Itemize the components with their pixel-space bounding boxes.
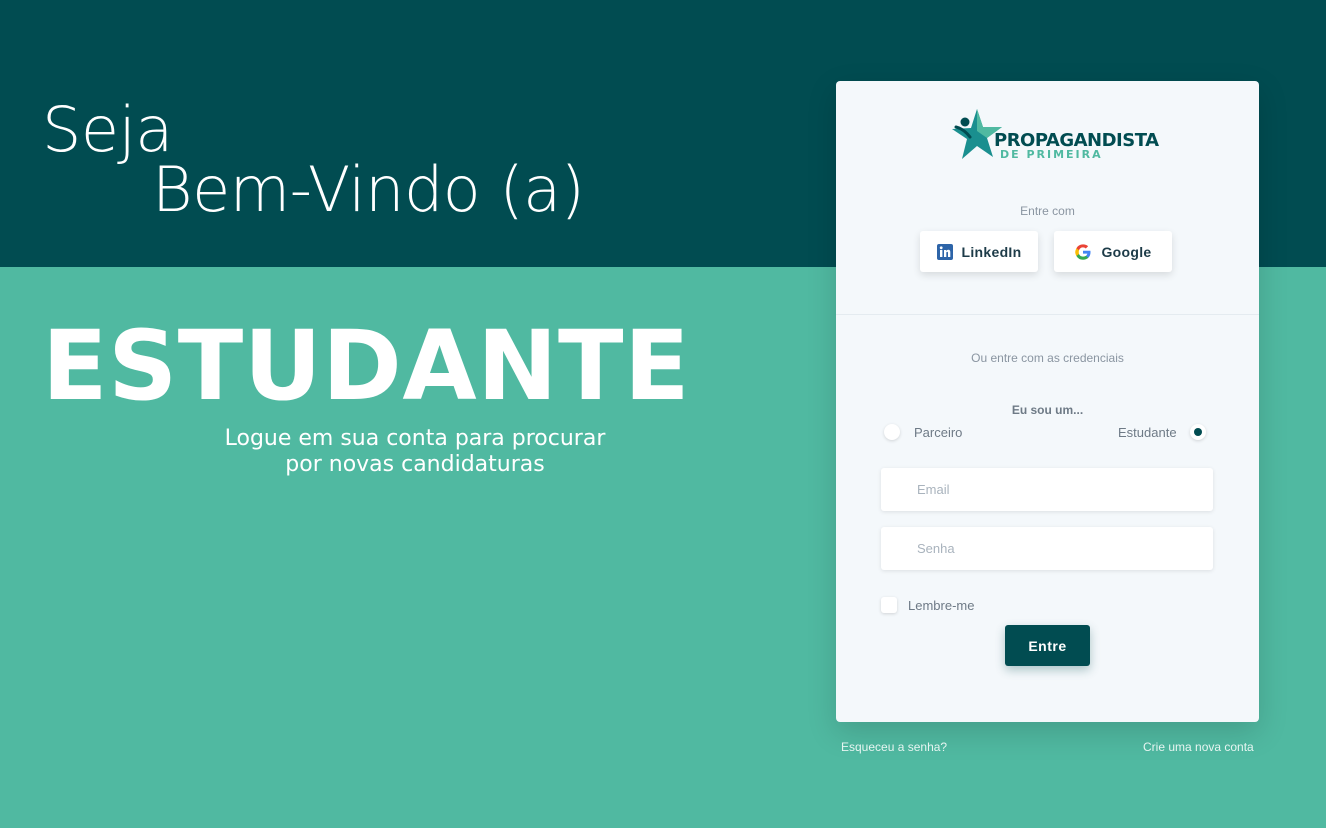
remember-checkbox[interactable] bbox=[881, 597, 897, 613]
role-prompt: Eu sou um... bbox=[1011, 403, 1084, 417]
subtitle-line-2: por novas candidaturas bbox=[285, 452, 545, 477]
logo-text-secondary: DE PRIMEIRA bbox=[1000, 148, 1103, 161]
login-button[interactable]: Entre bbox=[1005, 625, 1090, 666]
google-label: Google bbox=[1101, 243, 1152, 260]
estudante-radio[interactable] bbox=[1189, 424, 1206, 440]
linkedin-icon bbox=[936, 243, 953, 260]
parceiro-radio[interactable] bbox=[884, 424, 900, 440]
subtitle-line-1: Logue em sua conta para procurar bbox=[224, 426, 606, 451]
estudante-label: Estudante bbox=[1118, 424, 1177, 440]
social-login-label: Entre com bbox=[1020, 204, 1075, 218]
login-card: PROPAGANDISTA DE PRIMEIRA Entre com Link… bbox=[836, 81, 1259, 722]
remember-label: Lembre-me bbox=[908, 597, 975, 613]
parceiro-label: Parceiro bbox=[914, 424, 963, 440]
linkedin-label: LinkedIn bbox=[961, 243, 1022, 260]
role-title: ESTUDANTE bbox=[42, 310, 691, 422]
role-option-parceiro[interactable]: Parceiro bbox=[884, 423, 962, 441]
linkedin-login-button[interactable]: LinkedIn bbox=[920, 231, 1038, 272]
role-option-estudante[interactable]: Estudante bbox=[1118, 423, 1206, 441]
section-divider bbox=[836, 314, 1259, 315]
subtitle: Logue em sua conta para procurar por nov… bbox=[200, 426, 630, 478]
forgot-password-link[interactable]: Esqueceu a senha? bbox=[841, 740, 947, 754]
credentials-label: Ou entre com as credenciais bbox=[971, 351, 1124, 365]
password-field[interactable] bbox=[881, 527, 1213, 570]
welcome-line-2: Bem-Vindo (a) bbox=[152, 153, 585, 226]
google-login-button[interactable]: Google bbox=[1054, 231, 1172, 272]
brand-logo: PROPAGANDISTA DE PRIMEIRA bbox=[950, 107, 1159, 165]
email-field[interactable] bbox=[881, 468, 1213, 511]
google-icon bbox=[1075, 243, 1091, 260]
create-account-link[interactable]: Crie uma nova conta bbox=[1143, 740, 1254, 754]
remember-me[interactable]: Lembre-me bbox=[881, 597, 974, 613]
